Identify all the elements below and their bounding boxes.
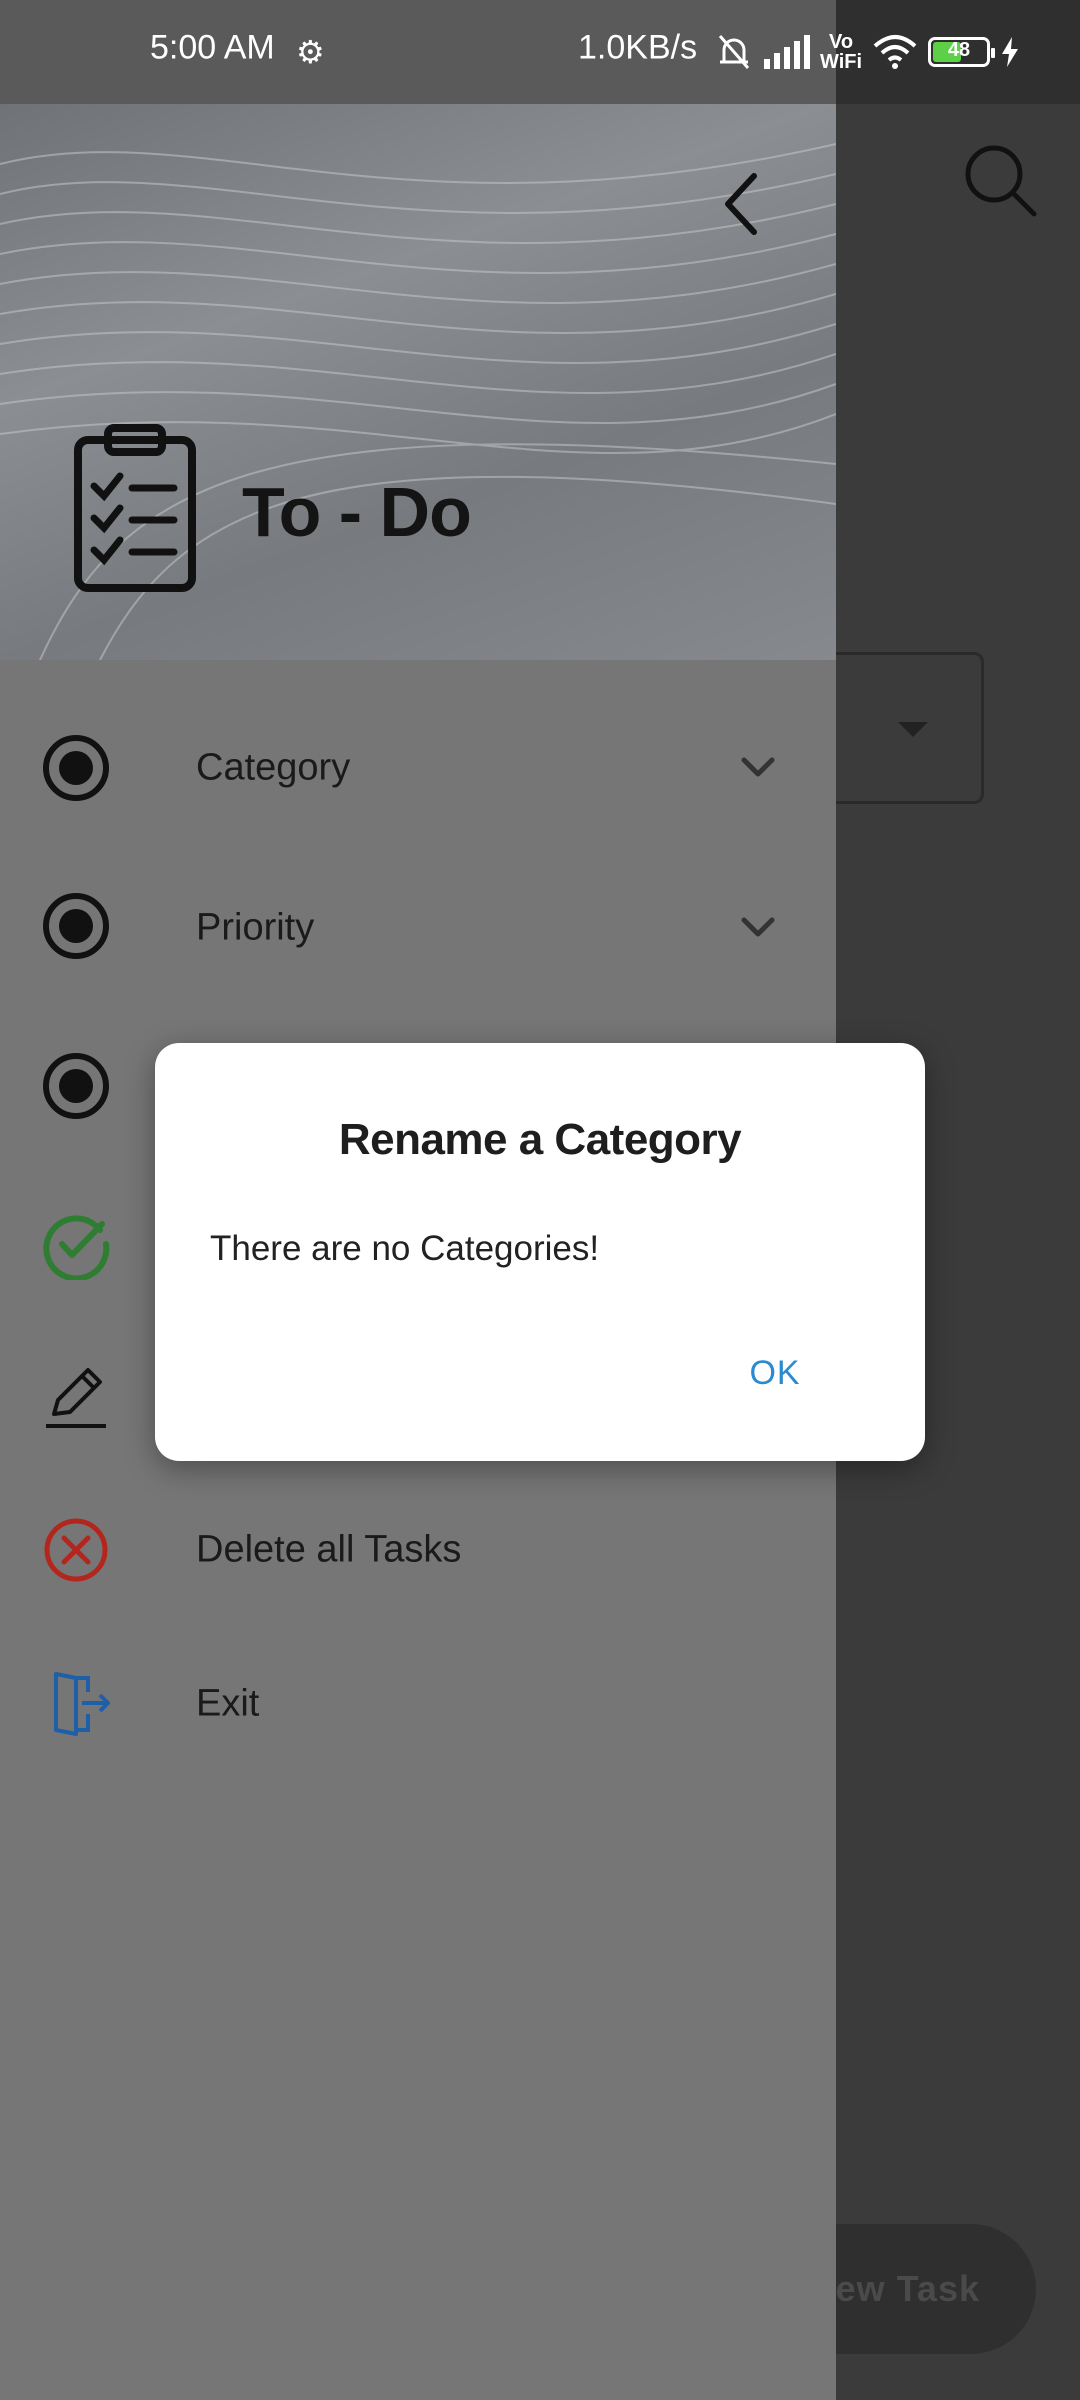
status-time: 5:00 AM [150,28,275,67]
ok-button[interactable]: OK [715,1333,835,1413]
signal-icon [764,35,810,69]
rename-category-dialog: Rename a Category There are no Categorie… [155,1043,925,1461]
volte-indicator: Vo WiFi [820,31,863,73]
dialog-message: There are no Categories! [210,1229,600,1268]
dialog-title: Rename a Category [338,1115,742,1164]
wifi-icon [873,35,917,69]
bell-muted-icon [718,35,750,69]
status-bar: 5:00 AM ⚙ 1.0KB/s Vo WiFi 48 [0,0,1080,104]
charging-bolt-icon [1002,37,1019,67]
battery-icon: 48 [928,37,996,67]
settings-gear-icon: ⚙ [296,34,325,70]
network-speed: 1.0KB/s [578,28,698,67]
